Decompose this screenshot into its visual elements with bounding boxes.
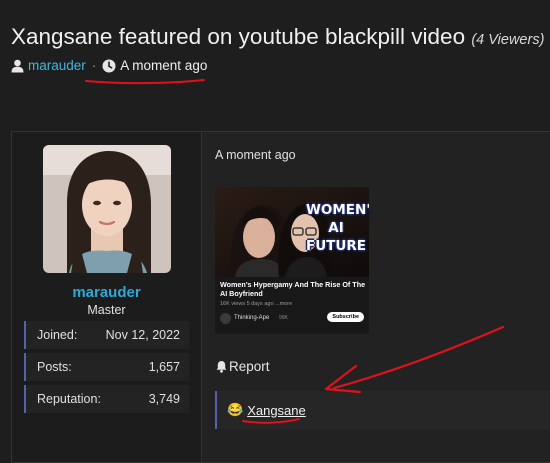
viewer-count: (4 Viewers)	[471, 32, 545, 48]
thread-title-text: Xangsane featured on youtube blackpill v…	[11, 24, 466, 49]
stat-reputation: Reputation: 3,749	[24, 385, 189, 413]
stat-label: Reputation:	[37, 392, 101, 406]
stat-value: Nov 12, 2022	[105, 328, 180, 342]
thread-date-link[interactable]: A moment ago	[120, 58, 207, 73]
bell-icon	[216, 361, 227, 373]
subscribe-button[interactable]: Subscribe	[327, 312, 364, 322]
mention-link[interactable]: Xangsane	[247, 403, 306, 418]
laughing-emoji: 😂	[227, 402, 244, 417]
stat-value: 3,749	[148, 392, 180, 406]
user-title: Master	[87, 303, 126, 317]
channel-avatar[interactable]	[220, 313, 231, 324]
post-date-link[interactable]: A moment ago	[215, 148, 296, 162]
thumbnail-caption: WOMEN'S AI FUTURE	[306, 202, 369, 254]
stat-joined: Joined: Nov 12, 2022	[24, 321, 189, 349]
thread-author-link[interactable]: marauder	[28, 58, 86, 73]
report-button[interactable]: Report	[215, 359, 270, 374]
thread-meta: marauder · A moment ago	[11, 58, 207, 73]
report-label: Report	[229, 359, 270, 374]
post-quote: 😂 Xangsane	[215, 391, 550, 429]
stat-label: Joined:	[37, 328, 78, 342]
youtube-embed[interactable]: WOMEN'S AI FUTURE Women's Hypergamy And …	[215, 187, 369, 334]
stat-value: 1,657	[148, 360, 180, 374]
post: marauder Master Joined: Nov 12, 2022 Pos…	[11, 131, 550, 463]
channel-name[interactable]: Thinking-Ape	[234, 315, 269, 321]
underline-timestamp	[85, 79, 205, 85]
post-user-cell: marauder Master Joined: Nov 12, 2022 Pos…	[12, 132, 202, 462]
meta-separator: ·	[91, 58, 97, 73]
clock-icon	[102, 59, 116, 72]
stat-label: Posts:	[37, 360, 72, 374]
channel-subscribers: 99K	[279, 315, 288, 321]
stat-posts: Posts: 1,657	[24, 353, 189, 381]
avatar[interactable]	[43, 145, 171, 273]
thread-title: Xangsane featured on youtube blackpill v…	[11, 24, 544, 50]
video-stats: 16K views 5 days ago ...more	[220, 301, 293, 307]
post-username[interactable]: marauder	[12, 284, 201, 301]
post-body: A moment ago WOMEN AI FUTURE Women's Hyp…	[202, 132, 550, 462]
user-icon	[11, 59, 24, 72]
video-title[interactable]: Women's Hypergamy And The Rise Of The AI…	[220, 280, 366, 298]
